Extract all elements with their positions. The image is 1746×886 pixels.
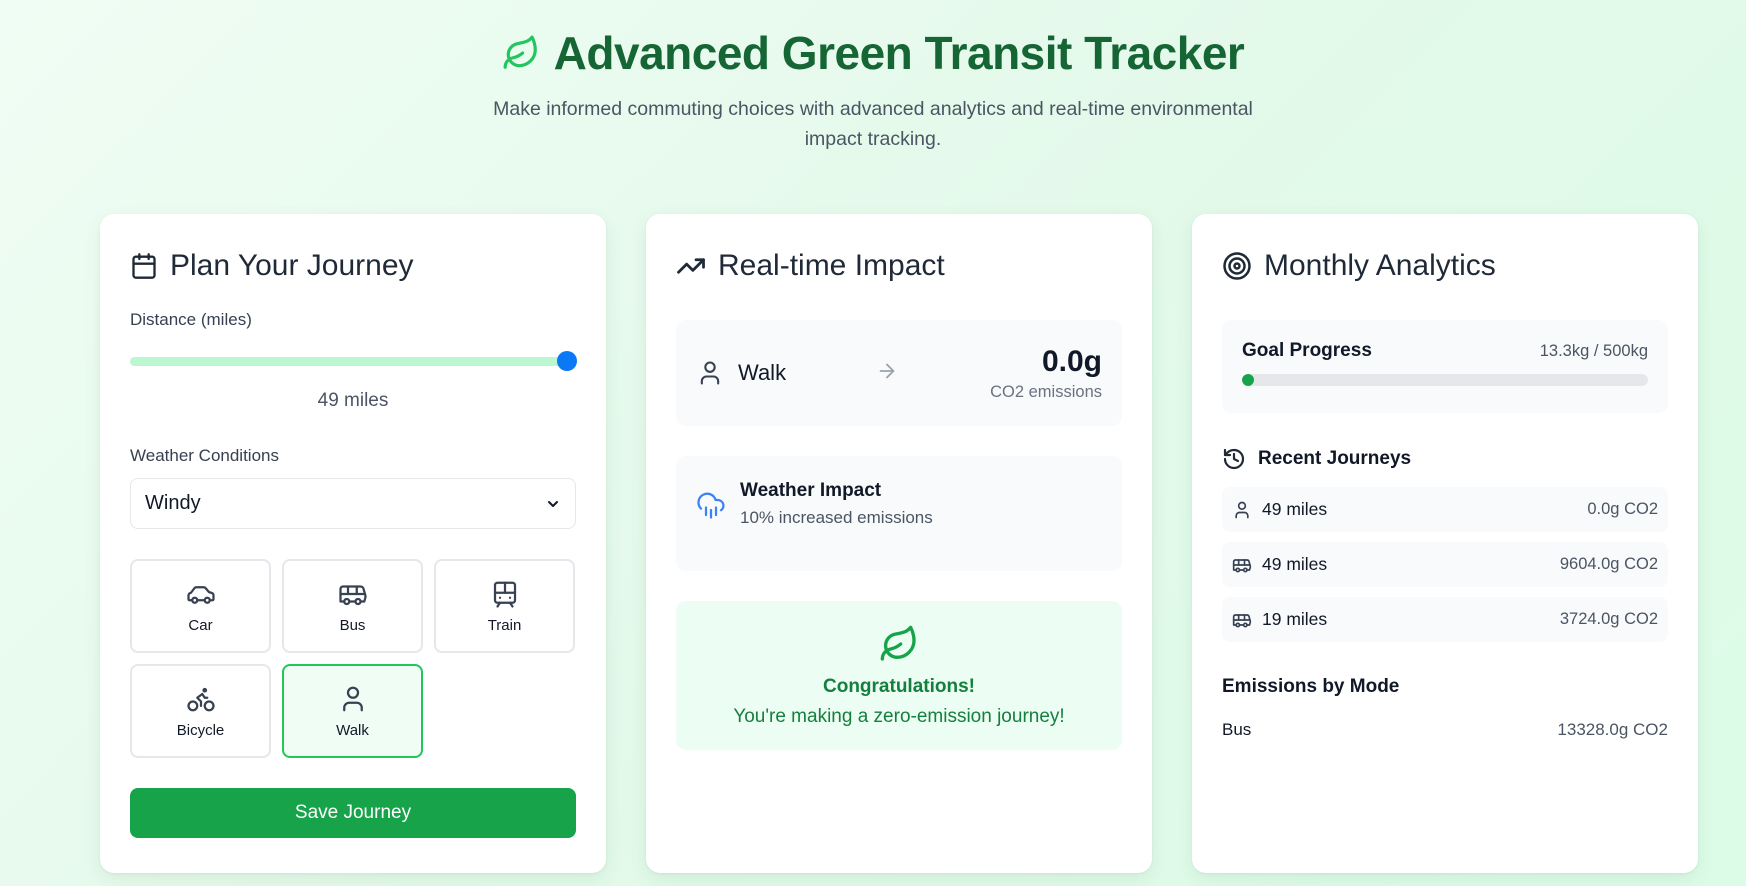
goal-progress-label: Goal Progress (1242, 340, 1372, 361)
walk-icon (700, 361, 720, 385)
leaf-icon (880, 625, 916, 661)
impact-result: 0.0g CO2 emissions (990, 345, 1102, 402)
impact-card-title: Real-time Impact (676, 244, 1122, 288)
plan-journey-card: Plan Your Journey Distance (miles) 49 mi… (100, 214, 606, 873)
mode-label-walk: Walk (336, 721, 369, 739)
trending-up-icon (677, 258, 705, 274)
goal-progress-fill (1242, 374, 1254, 386)
plan-card-title-text: Plan Your Journey (170, 249, 414, 282)
analytics-card-title: Monthly Analytics (1222, 244, 1668, 288)
impact-summary: Walk 0.0g CO2 emissions (676, 320, 1122, 426)
weather-impact-desc: 10% increased emissions (740, 508, 933, 527)
impact-arrow (876, 360, 990, 387)
page-subtitle: Make informed commuting choices with adv… (493, 98, 1253, 150)
impact-card-title-text: Real-time Impact (718, 249, 945, 282)
weather-impact-title: Weather Impact (740, 480, 882, 501)
analytics-card-title-text: Monthly Analytics (1264, 249, 1496, 282)
journey-distance: 49 miles (1262, 554, 1328, 574)
congrats-banner: Congratulations! You're making a zero-em… (676, 601, 1122, 750)
goal-progress-bar (1242, 374, 1648, 386)
mode-button-car[interactable]: Car (130, 559, 271, 653)
distance-slider[interactable] (130, 350, 578, 372)
page-header: Advanced Green Transit Tracker Make info… (0, 0, 1746, 154)
recent-journeys-title-text: Recent Journeys (1258, 448, 1412, 469)
weather-impact: Weather Impact 10% increased emissions (676, 456, 1122, 571)
journey-info: 49 miles (1232, 499, 1327, 520)
title-row: Advanced Green Transit Tracker (0, 26, 1746, 80)
distance-slider-thumb[interactable] (557, 351, 578, 371)
recent-journeys-title: Recent Journeys (1222, 447, 1668, 471)
calendar-icon (132, 253, 156, 279)
journey-distance: 49 miles (1262, 499, 1328, 519)
impact-mode-label: Walk (738, 360, 787, 385)
page-title: Advanced Green Transit Tracker (553, 27, 1245, 79)
bicycle-icon (186, 687, 215, 711)
plan-card-title: Plan Your Journey (130, 244, 576, 288)
journey-info: 19 miles (1232, 609, 1327, 630)
emissions-by-mode-row: Bus 13328.0g CO2 (1222, 720, 1668, 740)
weather-label: Weather Conditions (130, 446, 279, 465)
goal-progress: Goal Progress 13.3kg / 500kg (1222, 320, 1668, 413)
distance-value: 49 miles (317, 390, 389, 411)
history-icon (1223, 448, 1245, 470)
mode-button-bus[interactable]: Bus (282, 559, 423, 653)
chevron-down-icon (548, 500, 558, 507)
journey-row: 49 miles 9604.0g CO2 (1222, 542, 1668, 587)
mode-label-bus: Bus (339, 616, 366, 634)
walk-icon (342, 686, 363, 711)
journey-emissions: 3724.0g CO2 (1559, 610, 1658, 628)
bus-icon (1232, 558, 1252, 572)
realtime-impact-card: Real-time Impact Walk 0.0g CO2 emissions… (646, 214, 1152, 873)
emissions-mode-name: Bus (1222, 720, 1252, 739)
train-icon (493, 581, 516, 608)
weather-impact-text: Weather Impact 10% increased emissions (740, 480, 933, 528)
mode-button-bicycle[interactable]: Bicycle (130, 664, 271, 758)
congrats-title: Congratulations! (823, 675, 975, 697)
mode-label-train: Train (487, 616, 522, 634)
journey-emissions: 0.0g CO2 (1587, 500, 1658, 518)
recent-journeys-list: 49 miles 0.0g CO2 49 miles 9604.0g CO2 1… (1222, 487, 1668, 642)
journey-row: 49 miles 0.0g CO2 (1222, 487, 1668, 532)
distance-slider-track[interactable] (130, 357, 576, 366)
mode-label-bicycle: Bicycle (176, 721, 225, 739)
congrats-text: You're making a zero-emission journey! (733, 705, 1065, 727)
car-icon (186, 585, 215, 604)
save-journey-button[interactable]: Save Journey (130, 788, 576, 838)
arrow-right-icon (879, 363, 895, 378)
journey-emissions: 9604.0g CO2 (1559, 555, 1658, 573)
bus-icon (338, 584, 367, 605)
impact-emission-unit: CO2 emissions (990, 382, 1102, 401)
monthly-analytics-card: Monthly Analytics Goal Progress 13.3kg /… (1192, 214, 1698, 873)
weather-select[interactable]: Windy (130, 478, 576, 529)
journey-distance: 19 miles (1262, 609, 1328, 629)
impact-mode: Walk (696, 359, 876, 387)
target-icon (1223, 252, 1251, 280)
leaf-icon (503, 35, 537, 69)
mode-button-train[interactable]: Train (434, 559, 575, 653)
distance-label: Distance (miles) (130, 310, 252, 329)
emissions-mode-value: 13328.0g CO2 (1557, 720, 1668, 739)
goal-progress-value: 13.3kg / 500kg (1539, 341, 1648, 360)
weather-selected-value: Windy (145, 492, 201, 514)
bus-icon (1232, 613, 1252, 627)
transport-mode-grid: Car Bus Train Bicycle Walk (130, 559, 576, 758)
cloud-rain-icon (697, 492, 725, 519)
journey-row: 19 miles 3724.0g CO2 (1222, 597, 1668, 642)
impact-emission-value: 0.0g (1041, 344, 1102, 378)
walk-icon (1235, 501, 1249, 518)
emissions-by-mode-title: Emissions by Mode (1222, 676, 1400, 697)
mode-label-car: Car (188, 616, 213, 634)
goal-progress-row: Goal Progress 13.3kg / 500kg (1242, 340, 1648, 362)
journey-info: 49 miles (1232, 554, 1327, 575)
mode-button-walk[interactable]: Walk (282, 664, 423, 758)
